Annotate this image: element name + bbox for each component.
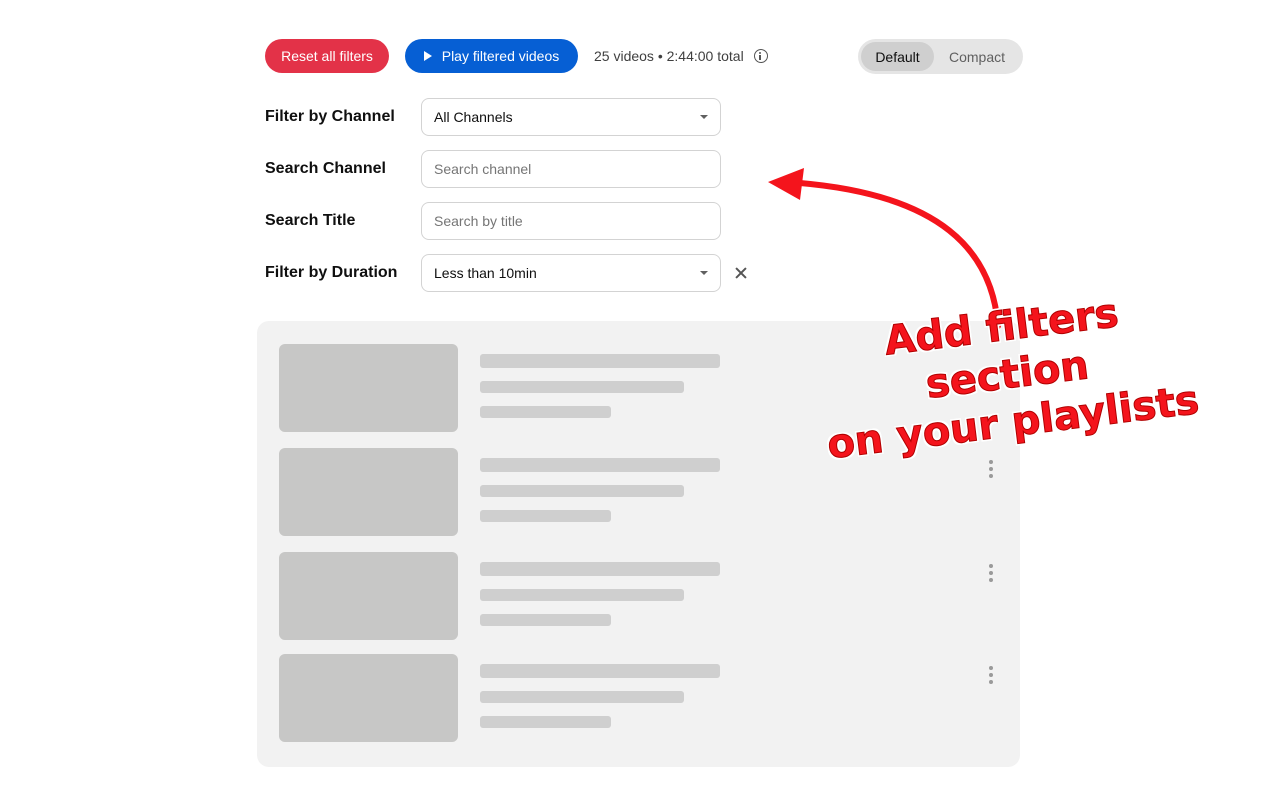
- reset-filters-button[interactable]: Reset all filters: [265, 39, 389, 73]
- search-channel-row: Search Channel Search channel: [265, 150, 765, 188]
- subtitle-placeholder: [480, 381, 684, 393]
- filter-toolbar: Reset all filters Play filtered videos 2…: [265, 39, 1025, 74]
- subtitle-placeholder: [480, 485, 684, 497]
- chevron-down-icon: [700, 115, 708, 119]
- filter-channel-label: Filter by Channel: [265, 108, 395, 125]
- subtitle-placeholder: [480, 691, 684, 703]
- search-channel-label: Search Channel: [265, 160, 386, 177]
- filter-duration-row: Filter by Duration Less than 10min: [265, 254, 765, 292]
- play-filtered-label: Play filtered videos: [441, 48, 560, 64]
- play-icon: [423, 51, 432, 61]
- search-title-row: Search Title Search by title: [265, 202, 765, 240]
- search-title-label: Search Title: [265, 212, 356, 229]
- annotation-arrow-line: [797, 180, 1001, 329]
- title-placeholder: [480, 354, 720, 368]
- meta-placeholder: [480, 614, 611, 626]
- title-placeholder: [480, 562, 720, 576]
- thumbnail-placeholder: [279, 448, 458, 536]
- filter-channel-row: Filter by Channel All Channels: [265, 98, 765, 136]
- duration-select[interactable]: Less than 10min: [421, 254, 721, 292]
- clear-duration-close-icon[interactable]: [732, 264, 750, 282]
- thumbnail-placeholder: [279, 552, 458, 640]
- search-channel-placeholder: Search channel: [434, 161, 532, 177]
- more-vert-icon[interactable]: [986, 460, 996, 482]
- view-compact-option[interactable]: Compact: [934, 42, 1020, 71]
- title-placeholder: [480, 664, 720, 678]
- view-default-option[interactable]: Default: [861, 42, 934, 71]
- channel-select[interactable]: All Channels: [421, 98, 721, 136]
- more-vert-icon[interactable]: [986, 564, 996, 586]
- list-item[interactable]: [279, 552, 1009, 640]
- search-title-input[interactable]: Search by title: [421, 202, 721, 240]
- list-item[interactable]: [279, 654, 1009, 742]
- summary-text: 25 videos • 2:44:00 total: [594, 48, 744, 64]
- thumbnail-placeholder: [279, 344, 458, 432]
- duration-select-value: Less than 10min: [434, 265, 537, 281]
- view-mode-toggle: Default Compact: [858, 39, 1023, 74]
- search-title-placeholder: Search by title: [434, 213, 523, 229]
- info-icon[interactable]: [753, 49, 768, 63]
- more-vert-icon[interactable]: [986, 666, 996, 688]
- filter-duration-label: Filter by Duration: [265, 264, 398, 281]
- search-channel-input[interactable]: Search channel: [421, 150, 721, 188]
- play-filtered-button[interactable]: Play filtered videos: [405, 39, 578, 73]
- playlist-summary: 25 videos • 2:44:00 total: [594, 39, 768, 73]
- list-item[interactable]: [279, 448, 1009, 536]
- title-placeholder: [480, 458, 720, 472]
- meta-placeholder: [480, 406, 611, 418]
- annotation-callout: Add filters section on your playlists: [800, 279, 1215, 471]
- thumbnail-placeholder: [279, 654, 458, 742]
- meta-placeholder: [480, 510, 611, 522]
- annotation-arrow-head: [768, 168, 804, 200]
- channel-select-value: All Channels: [434, 109, 513, 125]
- subtitle-placeholder: [480, 589, 684, 601]
- meta-placeholder: [480, 716, 611, 728]
- chevron-down-icon: [700, 271, 708, 275]
